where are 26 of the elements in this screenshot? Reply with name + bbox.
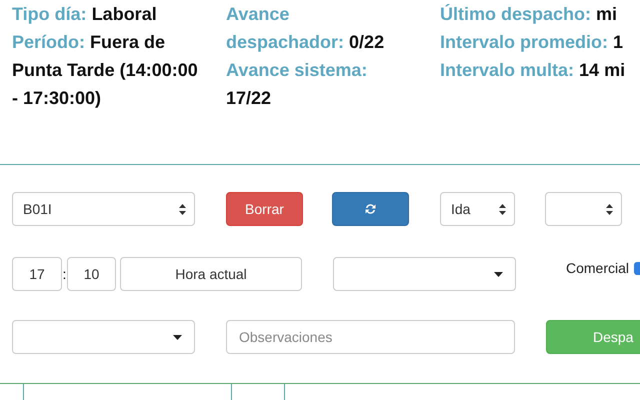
minutes-field[interactable]: 10 — [67, 257, 116, 291]
caret-icon — [173, 334, 182, 340]
stepper-icon — [179, 204, 186, 214]
refresh-button[interactable] — [332, 192, 409, 226]
dropdown[interactable] — [333, 257, 516, 291]
dropdown[interactable] — [12, 320, 195, 354]
summary-item: Último despacho: mi — [440, 3, 618, 26]
summary-item: Período: Fuera de Punta Tarde (14:00:00 - 17:30:00) — [12, 31, 199, 110]
hours-field[interactable]: 17 — [12, 257, 62, 291]
route-select[interactable]: B01I — [12, 192, 195, 226]
stepper-icon — [606, 204, 613, 214]
stepper-icon — [499, 204, 506, 214]
direction-select[interactable]: Ida — [440, 192, 515, 226]
summary-item: Intervalo multa: 14 mi — [440, 59, 626, 82]
caret-icon — [494, 272, 503, 276]
time-separator: : — [62, 266, 67, 282]
commercial-label: Comercial — [566, 260, 630, 276]
summary-item: Avance despachador: 0/22 — [226, 3, 386, 54]
option-select[interactable] — [545, 192, 622, 226]
delete-button[interactable]: Borrar — [226, 192, 303, 226]
refresh-icon — [364, 203, 377, 215]
summary-item: Intervalo promedio: 1 — [440, 31, 624, 54]
summary-item: Avance sistema: 17/22 — [226, 59, 368, 110]
observations-field[interactable]: Observaciones — [226, 320, 515, 354]
summary-item: Tipo día: Laboral — [12, 3, 158, 26]
current-time-button[interactable]: Hora actual — [120, 257, 302, 291]
